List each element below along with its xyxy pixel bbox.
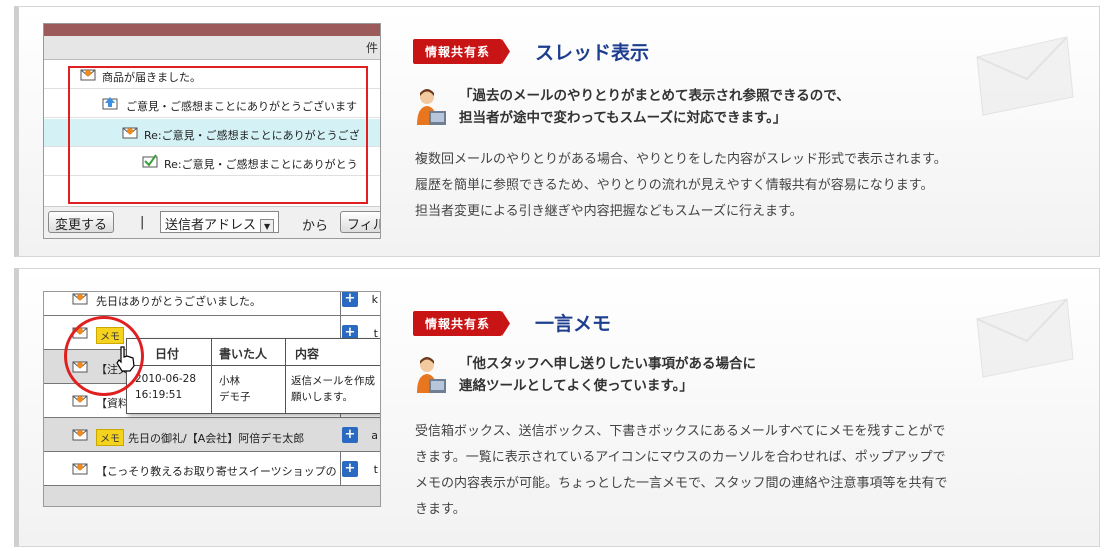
mail-envelope-icon (72, 293, 88, 305)
plus-icon[interactable]: + (342, 461, 358, 477)
person-pc-icon (417, 89, 446, 125)
list-footer-toolbar: 変更する | 送信者アドレス▼ から フィル (44, 206, 380, 238)
memo-popup: 日付 書いた人 内容 2010-06-28 16:19:51 小林 デモ子 返信… (126, 338, 380, 414)
change-button[interactable]: 変更する (48, 211, 115, 233)
list-topbar (44, 24, 380, 36)
quote-line: 「過去のメールのやりとりがまとめて表示され参照できるので、 (459, 88, 850, 104)
popup-content: 願いします。 (291, 391, 353, 403)
popup-time: 16:19:51 (135, 389, 183, 401)
side-text: a (371, 429, 378, 442)
sender-select-value: 送信者アドレス (165, 218, 257, 233)
chevron-down-icon: ▼ (260, 219, 275, 233)
large-envelope-icon (976, 298, 1074, 378)
category-badge: 情報共有系 (413, 311, 503, 336)
list-header (44, 36, 380, 60)
feature-title: 一言メモ (535, 313, 612, 335)
mail-subject: メモ 先日の御礼/【A会社】阿倍デモ太郎 (96, 429, 304, 446)
plus-icon[interactable]: + (342, 427, 358, 443)
desc-line: 担当者変更による引き継ぎや内容把握などもスムーズに行えます。 (415, 204, 803, 219)
testimonial-quote: 「過去のメールのやりとりがまとめて表示され参照できるので、 担当者が途中で変わっ… (459, 85, 850, 129)
desc-line: きます。一覧に表示されているアイコンにマウスのカーソルを合わせれば、ポップアップ… (415, 450, 946, 465)
desc-line: 履歴を簡単に参照できるため、やりとりの流れが見えやすく情報共有が容易になります。 (415, 178, 934, 193)
feature-description: 複数回メールのやりとりがある場合、やりとりをした内容がスレッド形式で表示されます… (415, 147, 1085, 225)
feature-card-thread: 件 商品が届きました。 ご意見・ご感想まことにありがとうございます Re:ご意見… (14, 6, 1100, 257)
side-text: t (373, 463, 378, 476)
mail-envelope-icon (72, 395, 88, 407)
mail-subject: 【こっそり教えるお取り寄せスイーツショップの (96, 465, 337, 478)
memo-screenshot: 先日はありがとうございました。 + k メモ + t 【注文 【資料 メモ 先日の… (43, 291, 381, 507)
from-label: から (302, 219, 329, 234)
desc-line: きます。 (415, 502, 466, 517)
mail-subject-text: 先日の御礼/【A会社】阿倍デモ太郎 (128, 432, 305, 445)
feature-title: スレッド表示 (535, 42, 650, 64)
popup-author: 小林 (219, 375, 240, 387)
mail-row[interactable] (44, 486, 380, 506)
desc-line: 受信箱ボックス、送信ボックス、下書きボックスにあるメールすべてにメモを残すことが… (415, 424, 946, 439)
memo-badge[interactable]: メモ (96, 429, 124, 446)
highlight-box (68, 66, 368, 204)
mail-row[interactable]: 【こっそり教えるお取り寄せスイーツショップの + t (44, 452, 380, 486)
category-badge: 情報共有系 (413, 39, 503, 64)
testimonial-quote: 「他スタッフへ申し送りしたい事項がある場合に 連絡ツールとしてよく使っています。… (459, 353, 756, 397)
toolbar-separator: | (140, 215, 145, 230)
desc-line: 複数回メールのやりとりがある場合、やりとりをした内容がスレッド形式で表示されます… (415, 152, 947, 167)
popup-date: 2010-06-28 (135, 373, 197, 385)
hand-cursor-icon (116, 346, 135, 372)
sender-select[interactable]: 送信者アドレス ▼ (160, 211, 280, 233)
plus-icon[interactable]: + (342, 292, 358, 307)
mail-envelope-icon (72, 463, 88, 475)
quote-line: 「他スタッフへ申し送りしたい事項がある場合に (459, 356, 756, 372)
filter-button[interactable]: フィル (340, 211, 380, 233)
mail-subject: 【資料 (96, 397, 129, 410)
mail-row[interactable]: メモ 先日の御礼/【A会社】阿倍デモ太郎 + a (44, 418, 380, 452)
popup-author: デモ子 (219, 391, 251, 403)
column-header-char: 件 (365, 41, 378, 55)
quote-line: 担当者が途中で変わってもスムーズに対応できます。」 (459, 110, 787, 126)
popup-col-divider (285, 339, 286, 413)
mail-envelope-icon (72, 429, 88, 441)
quote-line: 連絡ツールとしてよく使っています。」 (459, 378, 693, 394)
large-envelope-icon (976, 36, 1074, 116)
mail-row[interactable]: 先日はありがとうございました。 + k (44, 292, 380, 316)
popup-content: 返信メールを作成 (291, 375, 375, 387)
desc-line: メモの内容表示が可能。ちょっとした一言メモで、スタッフ間の連絡や注意事項等を共有… (415, 476, 948, 491)
popup-header-author: 書いた人 (219, 347, 268, 361)
popup-divider (127, 365, 380, 366)
feature-card-memo: 先日はありがとうございました。 + k メモ + t 【注文 【資料 メモ 先日の… (14, 268, 1100, 547)
thread-screenshot: 件 商品が届きました。 ご意見・ご感想まことにありがとうございます Re:ご意見… (43, 23, 381, 239)
person-pc-icon (417, 357, 446, 393)
popup-header-content: 内容 (295, 347, 320, 361)
popup-col-divider (211, 339, 212, 413)
side-text: k (371, 293, 378, 306)
feature-description: 受信箱ボックス、送信ボックス、下書きボックスにあるメールすべてにメモを残すことが… (415, 419, 1085, 523)
mail-subject: 先日はありがとうございました。 (96, 295, 261, 308)
popup-header-date: 日付 (155, 347, 180, 361)
